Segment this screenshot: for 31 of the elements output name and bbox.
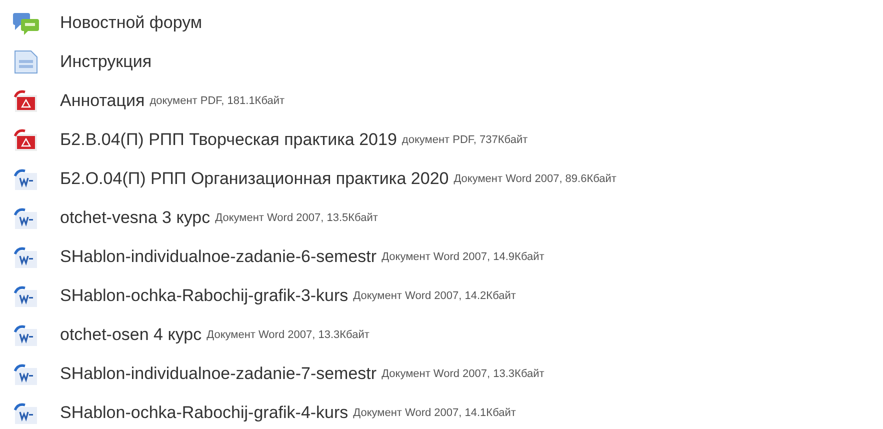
word-file-icon [12,400,40,424]
resource-link[interactable]: SHablon-ochka-Rabochij-grafik-4-kurs [60,402,348,422]
file-details: Документ Word 2007, 14.2Кбайт [353,290,516,302]
resource-link[interactable]: otchet-vesna 3 курс [60,208,210,228]
file-details: Документ Word 2007, 13.5Кбайт [215,212,378,224]
file-details: Документ Word 2007, 13.3Кбайт [382,368,544,380]
resource-link[interactable]: Новостной форум [60,12,202,32]
pdf-file-icon [12,128,40,152]
resource-link[interactable]: Б2.О.04(П) РПП Организационная практика 2020 [60,168,449,188]
word-file-icon [12,206,40,230]
resource-link[interactable]: Аннотация [60,90,145,110]
resource-link[interactable]: otchet-osen 4 курс [60,324,202,344]
file-details: документ PDF, 181.1Кбайт [150,94,285,106]
resource-link[interactable]: Б2.В.04(П) РПП Творческая практика 2019 [60,130,397,150]
file-details: Документ Word 2007, 14.9Кбайт [382,250,544,262]
file-details: Документ Word 2007, 89.6Кбайт [454,172,616,184]
resource-link[interactable]: Инструкция [60,52,152,72]
chat-bubbles-icon [12,10,40,34]
word-file-icon [12,244,40,268]
file-details: Документ Word 2007, 13.3Кбайт [206,328,370,340]
pdf-file-icon [12,88,40,112]
resource-link[interactable]: SHablon-ochka-Rabochij-grafik-3-kurs [60,286,348,306]
file-details: документ PDF, 737Кбайт [402,134,528,146]
word-file-icon [12,166,40,190]
document-icon [12,50,40,74]
file-details: Документ Word 2007, 14.1Кбайт [353,406,516,418]
resource-link[interactable]: SHablon-individualnoe-zadanie-6-semestr [60,246,377,266]
resource-link[interactable]: SHablon-individualnoe-zadanie-7-semestr [60,364,377,384]
word-file-icon [12,362,40,386]
word-file-icon [12,284,40,308]
word-file-icon [12,322,40,346]
